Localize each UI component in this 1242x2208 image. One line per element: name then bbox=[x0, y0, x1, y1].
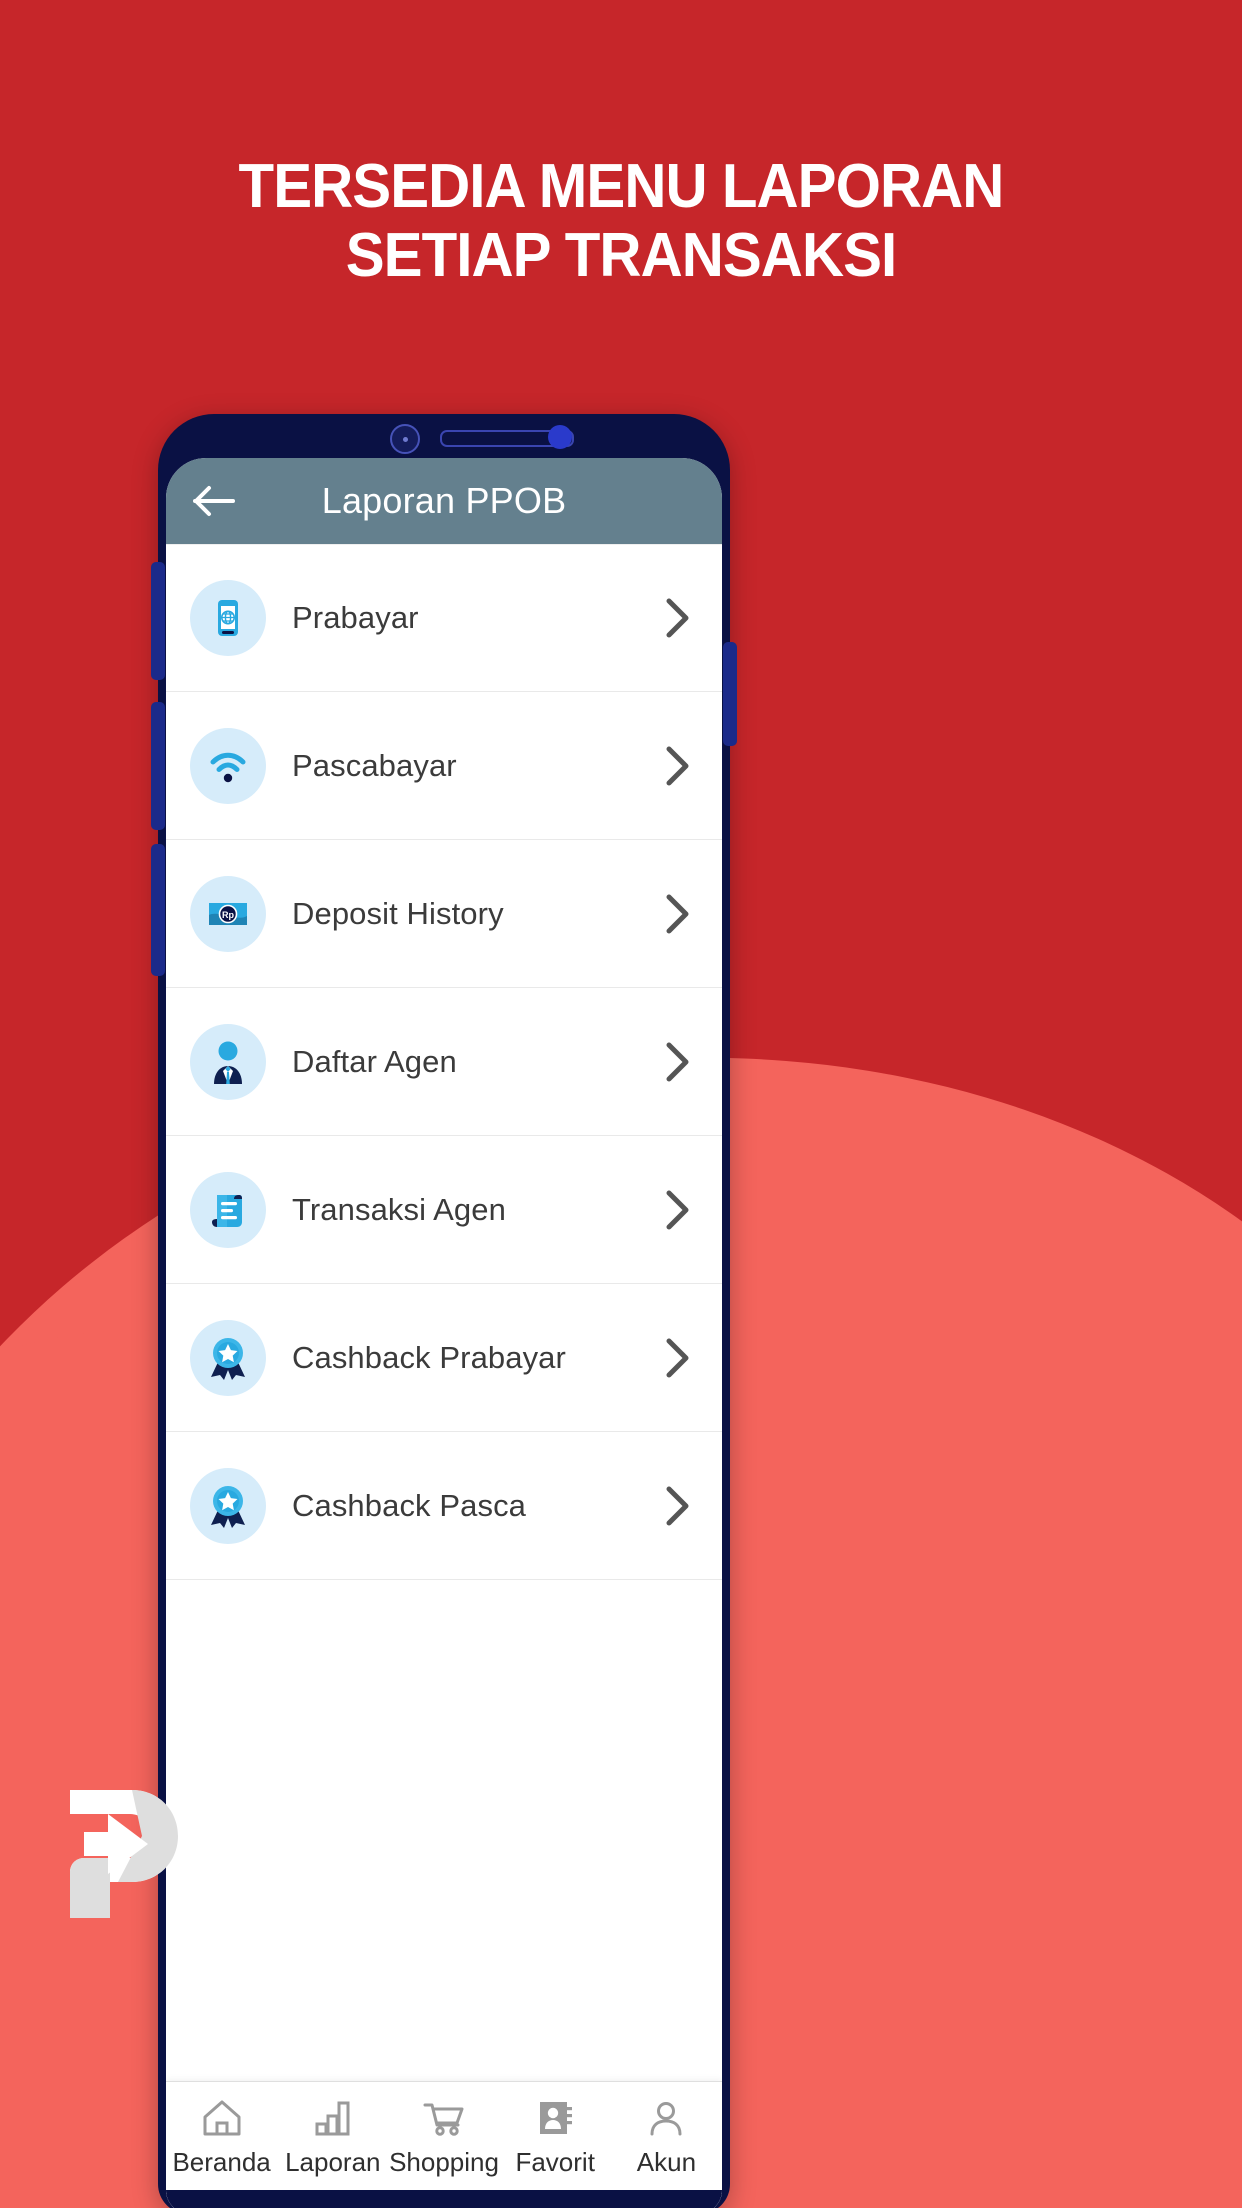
sensor-dot bbox=[548, 425, 572, 449]
bottom-navigation-bar: Beranda Laporan Shopping Favorit Akun bbox=[166, 2081, 722, 2208]
payfast-arrow-logo bbox=[70, 1790, 178, 1918]
shopping-cart-icon bbox=[423, 2103, 464, 2136]
agent-person-icon bbox=[190, 1023, 266, 1100]
headline-line-2: SETIAP TRANSAKSI bbox=[345, 221, 898, 291]
poster-headline: TERSEDIA MENU LAPORAN SETIAP TRANSAKSI bbox=[37, 152, 1204, 291]
nav-item-label: Favorit bbox=[515, 2147, 595, 2177]
contact-book-icon bbox=[540, 2102, 573, 2134]
app-bar: Laporan PPOB bbox=[166, 458, 722, 544]
nav-item-laporan[interactable]: Laporan bbox=[277, 2082, 388, 2178]
list-item-daftar-agen[interactable]: Daftar Agen bbox=[166, 988, 722, 1136]
chevron-right-icon bbox=[666, 746, 689, 785]
phone-button-volume-down[interactable] bbox=[151, 702, 165, 830]
smartphone-globe-icon bbox=[190, 580, 266, 656]
award-medal-icon bbox=[190, 1467, 266, 1544]
nav-item-shopping[interactable]: Shopping bbox=[388, 2082, 499, 2178]
nav-item-akun[interactable]: Akun bbox=[611, 2082, 722, 2178]
chevron-right-icon bbox=[666, 1486, 689, 1525]
list-item-prabayar[interactable]: Prabayar bbox=[166, 544, 722, 692]
nav-item-label: Akun bbox=[636, 2147, 697, 2177]
nav-item-beranda[interactable]: Beranda bbox=[166, 2082, 277, 2178]
list-item-label: Cashback Prabayar bbox=[292, 1339, 566, 1375]
poster-canvas: TERSEDIA MENU LAPORAN SETIAP TRANSAKSI L… bbox=[0, 0, 1242, 2208]
chevron-right-icon bbox=[666, 1190, 689, 1229]
headline-line-1: TERSEDIA MENU LAPORAN bbox=[238, 152, 1005, 221]
nav-item-label: Laporan bbox=[285, 2147, 381, 2177]
phone-screen: Laporan PPOB Prabayar Pascabayar Rp Depo… bbox=[166, 458, 722, 2208]
list-item-label: Daftar Agen bbox=[292, 1043, 457, 1079]
list-item-pascabayar[interactable]: Pascabayar bbox=[166, 692, 722, 840]
phone-button-power[interactable] bbox=[723, 642, 737, 746]
award-medal-icon bbox=[190, 1319, 266, 1396]
phone-notch bbox=[158, 414, 730, 458]
chevron-right-icon bbox=[666, 1338, 689, 1377]
bar-chart-icon bbox=[315, 2101, 350, 2136]
list-item-label: Pascabayar bbox=[292, 747, 457, 783]
chevron-right-icon bbox=[666, 1042, 689, 1081]
list-item-label: Transaksi Agen bbox=[292, 1191, 506, 1227]
app-bar-title: Laporan PPOB bbox=[321, 480, 567, 521]
list-item-transaksi-agen[interactable]: Transaksi Agen bbox=[166, 1136, 722, 1284]
list-item-cashback-pasca[interactable]: Cashback Pasca bbox=[166, 1432, 722, 1580]
list-item-label: Prabayar bbox=[292, 600, 419, 635]
home-icon bbox=[203, 2100, 241, 2136]
chevron-right-icon bbox=[666, 894, 689, 933]
list-item-cashback-prabayar[interactable]: Cashback Prabayar bbox=[166, 1284, 722, 1432]
chevron-right-icon bbox=[666, 598, 689, 638]
svg-text:Rp: Rp bbox=[222, 910, 234, 920]
android-navigation-bar bbox=[166, 2190, 722, 2208]
list-item-deposit-history[interactable]: Rp Deposit History bbox=[166, 840, 722, 988]
list-item-label: Deposit History bbox=[292, 895, 504, 931]
person-icon bbox=[650, 2102, 682, 2136]
phone-button-volume-up[interactable] bbox=[151, 562, 165, 680]
banknote-rupiah-icon: Rp bbox=[190, 875, 266, 952]
phone-mockup: Laporan PPOB Prabayar Pascabayar Rp Depo… bbox=[151, 414, 737, 2208]
document-scroll-icon bbox=[190, 1171, 266, 1248]
front-camera-icon bbox=[390, 424, 420, 454]
nav-item-label: Beranda bbox=[172, 2147, 271, 2177]
back-button[interactable] bbox=[188, 475, 240, 527]
wifi-signal-icon bbox=[190, 727, 266, 804]
report-menu-list: Prabayar Pascabayar Rp Deposit History D… bbox=[166, 544, 722, 1580]
phone-button-assistant[interactable] bbox=[151, 844, 165, 976]
nav-item-favorit[interactable]: Favorit bbox=[500, 2082, 611, 2178]
list-item-label: Cashback Pasca bbox=[292, 1487, 527, 1523]
nav-item-label: Shopping bbox=[389, 2147, 499, 2177]
arrow-left-icon bbox=[193, 486, 235, 516]
